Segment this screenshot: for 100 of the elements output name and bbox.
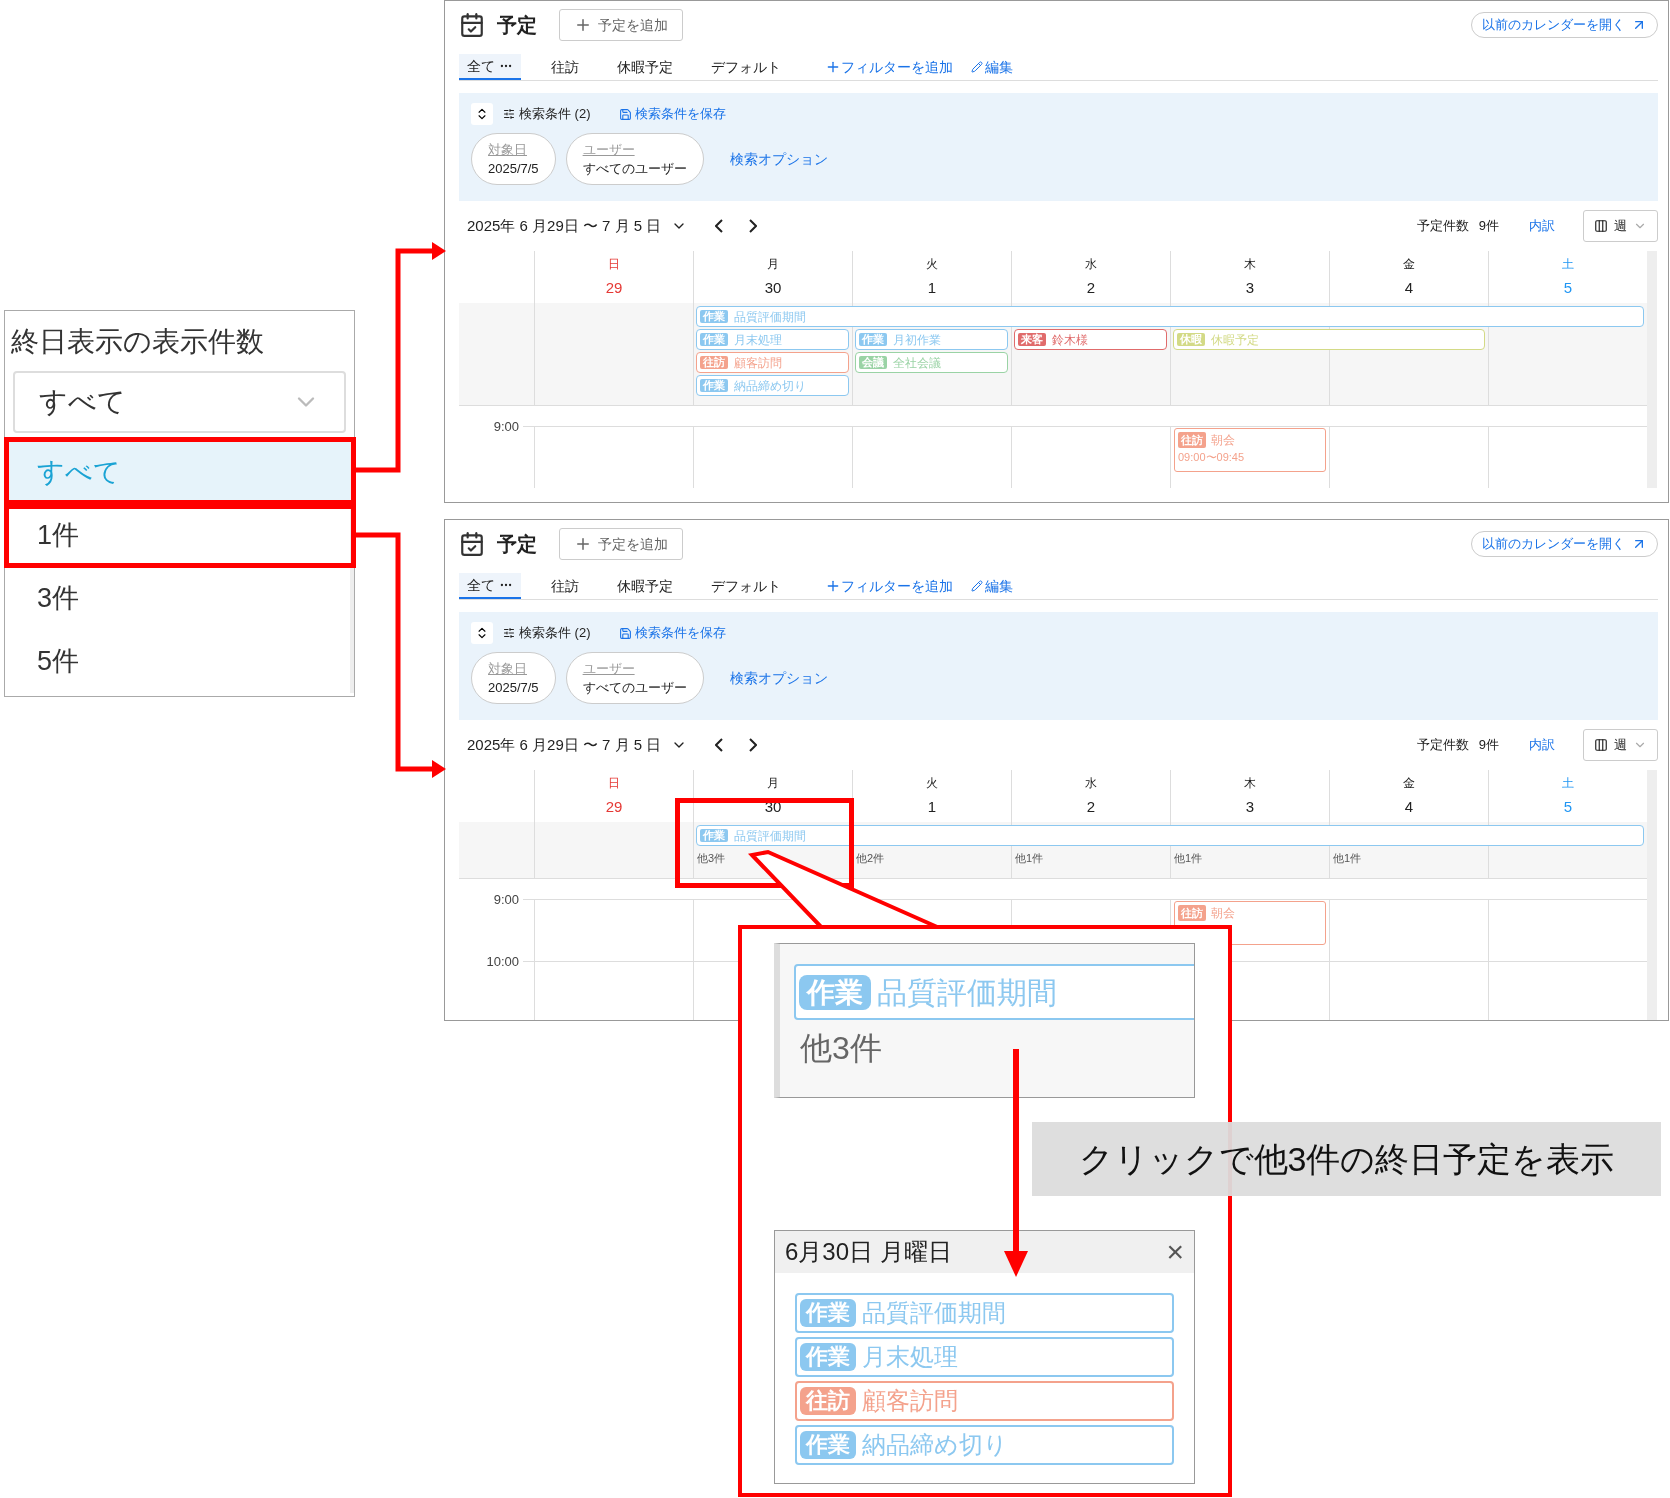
filter-chip[interactable]: 対象日 2025/7/5 xyxy=(471,133,556,185)
plus-icon xyxy=(574,535,592,553)
weekday-label: 月 xyxy=(767,774,779,792)
filter-tab[interactable]: 全て xyxy=(459,54,521,80)
time-slot[interactable] xyxy=(1329,961,1488,1020)
time-slot[interactable] xyxy=(534,961,693,1020)
close-button[interactable]: × xyxy=(1166,1237,1184,1267)
plus-icon xyxy=(825,59,841,75)
more-events-link[interactable]: 他1件 xyxy=(1333,850,1362,867)
date-number: 29 xyxy=(605,796,623,817)
view-select[interactable]: 週 xyxy=(1583,729,1658,761)
more-events-link[interactable]: 他2件 xyxy=(856,850,885,867)
search-options-link[interactable]: 検索オプション xyxy=(729,667,828,689)
weekday-label: 日 xyxy=(608,255,620,273)
weekday-label: 日 xyxy=(608,774,620,792)
weekday-label: 火 xyxy=(926,774,938,792)
save-icon xyxy=(618,107,632,121)
weekday-label: 土 xyxy=(1562,774,1574,792)
setting-title: 終日表示の表示件数 xyxy=(10,325,265,359)
dropdown-option[interactable]: 1件 xyxy=(5,504,350,567)
weekday-label: 金 xyxy=(1403,774,1415,792)
event-chip[interactable]: 来客 鈴木様 xyxy=(1014,329,1167,350)
date-range-dropdown[interactable]: 2025年 6 月29日 〜 7 月 5 日 xyxy=(467,733,688,757)
plus-icon xyxy=(574,16,592,34)
date-number: 2 xyxy=(1086,277,1096,298)
save-conditions-link[interactable]: 検索条件を保存 xyxy=(618,623,726,643)
time-slot[interactable] xyxy=(1011,426,1170,488)
breakdown-link[interactable]: 内訳 xyxy=(1529,216,1555,236)
filter-chip[interactable]: ユーザー すべてのユーザー xyxy=(565,652,704,704)
filter-chip[interactable]: ユーザー すべてのユーザー xyxy=(565,133,704,185)
more-events-link[interactable]: 他3件 xyxy=(697,850,726,867)
filter-tab[interactable]: 往訪 xyxy=(543,54,587,80)
date-number: 5 xyxy=(1563,277,1573,298)
time-slot[interactable] xyxy=(534,426,693,488)
filter-chip[interactable]: 対象日 2025/7/5 xyxy=(471,652,556,704)
chevron-right-icon xyxy=(749,738,758,752)
weekday-label: 水 xyxy=(1085,255,1097,273)
weekday-label: 火 xyxy=(926,255,938,273)
weekday-label: 月 xyxy=(767,255,779,273)
chevron-left-icon xyxy=(715,219,724,233)
count-select[interactable]: すべて xyxy=(13,371,346,433)
date-number: 3 xyxy=(1245,277,1255,298)
pencil-icon xyxy=(971,61,983,73)
date-number: 29 xyxy=(605,277,623,298)
breakdown-link[interactable]: 内訳 xyxy=(1529,735,1555,755)
date-range-dropdown[interactable]: 2025年 6 月29日 〜 7 月 5 日 xyxy=(467,214,688,238)
collapse-button[interactable] xyxy=(471,103,493,125)
add-filter-link[interactable]: フィルターを追加 xyxy=(825,573,953,599)
filter-tab[interactable]: 休暇予定 xyxy=(609,573,681,599)
next-week-button[interactable] xyxy=(749,219,758,233)
time-slot[interactable] xyxy=(852,426,1011,488)
popup-title: 6月30日 月曜日 xyxy=(785,1237,952,1267)
previous-week-button[interactable] xyxy=(715,219,724,233)
save-conditions-link[interactable]: 検索条件を保存 xyxy=(618,104,726,124)
time-label: 9:00 xyxy=(492,418,519,436)
view-select[interactable]: 週 xyxy=(1583,210,1658,242)
previous-week-button[interactable] xyxy=(715,738,724,752)
date-number: 1 xyxy=(927,796,937,817)
add-filter-link[interactable]: フィルターを追加 xyxy=(825,54,953,80)
filter-tab[interactable]: デフォルト xyxy=(703,54,789,80)
edit-link[interactable]: 編集 xyxy=(971,54,1013,80)
weekday-label: 金 xyxy=(1403,255,1415,273)
filter-tab[interactable]: 休暇予定 xyxy=(609,54,681,80)
search-options-link[interactable]: 検索オプション xyxy=(729,148,828,170)
date-number: 2 xyxy=(1086,796,1096,817)
date-number: 1 xyxy=(927,277,937,298)
time-slot[interactable] xyxy=(1329,426,1488,488)
search-conditions-text: 検索条件 (2) xyxy=(519,624,591,643)
dropdown-option[interactable]: 3件 xyxy=(5,567,350,630)
scrollbar[interactable] xyxy=(1647,251,1657,488)
add-event-button[interactable]: 予定を追加 xyxy=(559,528,683,560)
filter-icon xyxy=(503,627,515,639)
time-slot[interactable] xyxy=(1329,899,1488,961)
search-conditions-text: 検索条件 (2) xyxy=(519,105,591,124)
calendar-icon xyxy=(459,531,485,557)
collapse-button[interactable] xyxy=(471,622,493,644)
filter-icon xyxy=(503,108,515,120)
filter-tab[interactable]: 全て xyxy=(459,573,521,599)
edit-link[interactable]: 編集 xyxy=(971,573,1013,599)
page-title: 予定 xyxy=(497,532,537,557)
chevron-right-icon xyxy=(749,219,758,233)
add-event-button[interactable]: 予定を追加 xyxy=(559,9,683,41)
weekday-label: 木 xyxy=(1244,255,1256,273)
caption-text: クリックで他3件の終日予定を表示 xyxy=(1078,1138,1615,1180)
weekday-label: 水 xyxy=(1085,774,1097,792)
filter-tab[interactable]: 往訪 xyxy=(543,573,587,599)
event-count-label: 予定件数 xyxy=(1416,217,1469,236)
more-events-link[interactable]: 他1件 xyxy=(1015,850,1044,867)
more-events-link[interactable]: 他3件 xyxy=(800,1024,1194,1072)
date-number: 5 xyxy=(1563,796,1573,817)
time-slot[interactable] xyxy=(693,426,852,488)
next-week-button[interactable] xyxy=(749,738,758,752)
scrollbar[interactable] xyxy=(1647,770,1657,1020)
event-count: 9件 xyxy=(1478,736,1499,755)
event-count-label: 予定件数 xyxy=(1416,736,1469,755)
calendar-icon xyxy=(459,12,485,38)
time-slot[interactable] xyxy=(534,899,693,961)
dropdown-option[interactable]: 5件 xyxy=(5,630,350,693)
filter-tab[interactable]: デフォルト xyxy=(703,573,789,599)
more-events-link[interactable]: 他1件 xyxy=(1174,850,1203,867)
